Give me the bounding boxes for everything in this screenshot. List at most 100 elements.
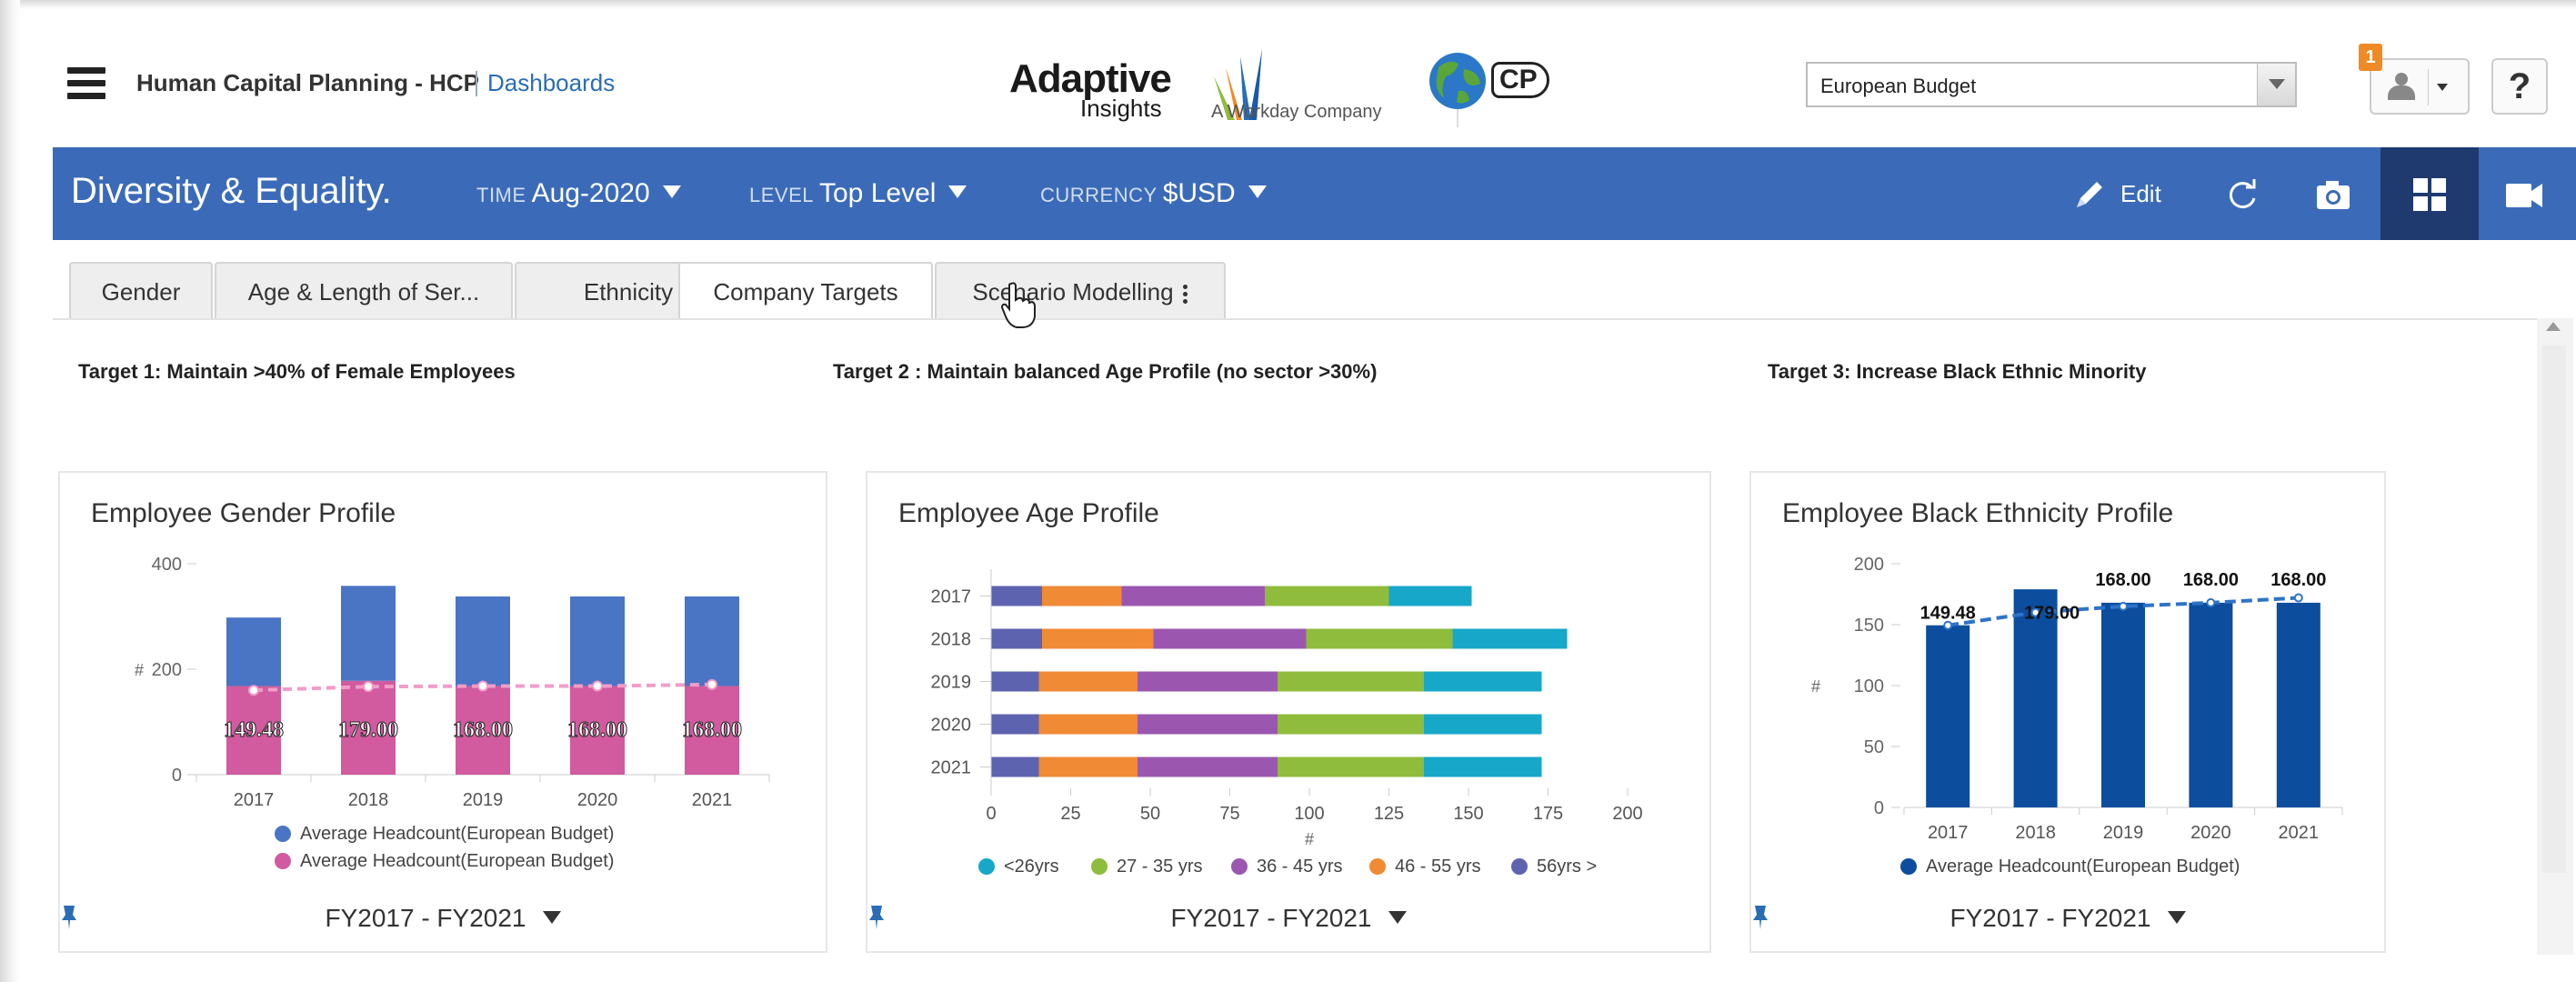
target-2: Target 2 : Maintain balanced Age Profile… [833,360,1378,383]
bar-segment [1038,671,1138,692]
level-filter[interactable]: LEVEL Top Level [749,178,967,209]
scroll-up-icon[interactable] [2546,322,2561,331]
globe-icon [1429,53,1486,109]
bar-segment [1278,757,1424,777]
y-tick-label: 2021 [931,758,972,778]
hand-cursor-icon [1000,282,1036,328]
dashboard-tabs: Gender Age & Length of Ser... Ethnicity … [69,262,2524,320]
time-filter-value: Aug-2020 [531,178,650,208]
top-header: Human Capital Planning - HCP Dashboards … [53,36,2576,145]
data-label: 168.00 [682,718,742,742]
bar-segment [1452,628,1568,649]
y-tick-label: 0 [1874,798,1884,818]
y-tick-label: 150 [1854,616,1884,636]
legend-item[interactable]: Average Headcount(European Budget) [275,851,614,872]
bar-segment [1306,628,1453,649]
trend-point [2119,601,2128,611]
tab-gender[interactable]: Gender [69,262,213,320]
edit-button[interactable]: Edit [2071,147,2199,240]
pencil-icon [2077,182,2102,207]
x-axis-label: # [1305,830,1314,848]
bar-segment [1138,757,1278,777]
trend-point [707,678,717,690]
bar-segment [991,714,1039,735]
title-separator [476,71,477,96]
currency-filter[interactable]: CURRENCY $USD [1040,178,1267,209]
period-selector[interactable]: FY2017 - FY2021 [1751,904,2384,933]
tab-company-targets[interactable]: Company Targets [678,262,933,320]
layout-grid-button[interactable] [2381,147,2479,240]
refresh-button[interactable] [2215,147,2270,240]
y-tick-label: 50 [1864,737,1884,757]
level-filter-value: Top Level [819,178,937,208]
y-tick-label: 200 [152,660,182,680]
bar [226,617,281,686]
app-window: Human Capital Planning - HCP Dashboards … [0,0,2576,982]
data-label: 168.00 [567,718,627,742]
adaptive-insights-logo: Adaptive Insights A Workday Company [1009,49,1458,131]
hamburger-menu-icon[interactable] [67,67,105,100]
y-axis-label: # [1811,677,1820,696]
legend-item[interactable]: Average Headcount(European Budget) [1900,857,2240,877]
snapshot-button[interactable] [2306,147,2360,240]
period-selector[interactable]: FY2017 - FY2021 [60,904,826,933]
budget-select[interactable]: European Budget [1806,62,2297,107]
user-menu-button[interactable] [2370,58,2470,115]
legend-item[interactable]: 56yrs > [1511,857,1597,877]
present-button[interactable] [2486,147,2559,240]
legend-label: <26yrs [1004,857,1059,877]
caret-down-icon [2167,911,2186,924]
notification-badge[interactable]: 1 [2359,44,2382,71]
period-selector[interactable]: FY2017 - FY2021 [867,904,1709,933]
bar-segment [1138,671,1278,692]
period-label: FY2017 - FY2021 [1170,904,1372,932]
x-tick-label: 2018 [2015,823,2056,843]
bar-segment [1153,628,1307,649]
dashboards-link[interactable]: Dashboards [487,69,615,97]
x-tick-label: 2020 [2190,823,2231,843]
legend-label: 56yrs > [1537,857,1598,877]
x-tick-label: 125 [1374,804,1404,824]
bar-segment [1138,714,1278,735]
pin-icon [62,906,76,929]
x-tick-label: 25 [1060,804,1080,824]
pin-icon [1753,906,1768,929]
more-vertical-icon[interactable] [1182,282,1188,306]
app-title: Human Capital Planning - HCP [136,69,480,96]
bar-segment [1424,714,1542,735]
refresh-icon [2229,179,2256,209]
tab-age-length-of-service[interactable]: Age & Length of Ser... [215,262,513,320]
legend-item[interactable]: 36 - 45 yrs [1231,857,1342,877]
target-3: Target 3: Increase Black Ethnic Minority [1768,360,2147,383]
window-edge [0,0,2576,9]
scroll-thumb[interactable] [2542,346,2566,873]
trend-point [2206,597,2216,607]
chevron-down-icon[interactable] [2257,64,2295,105]
legend-label: 46 - 55 yrs [1395,857,1481,877]
logo-company: A Workday Company [1211,102,1382,122]
dashboard-toolbar: Diversity & Equality. TIME Aug-2020 LEVEL… [53,147,2576,240]
caret-down-icon [1248,185,1267,198]
age-profile-card: Employee Age Profile 2017 2018 2019 2020 202… [866,471,1711,953]
bar-segment [1042,586,1122,606]
time-filter[interactable]: TIME Aug-2020 [476,178,681,209]
help-button[interactable]: ? [2491,58,2548,115]
tab-scenario-modelling[interactable]: Scenario Modelling [935,262,1226,320]
data-label: 149.48 [1920,603,1976,623]
legend-item[interactable]: 27 - 35 yrs [1091,857,1202,877]
vertical-scrollbar[interactable] [2537,318,2573,955]
legend-label: 36 - 45 yrs [1257,857,1343,877]
trend-point [248,685,259,696]
x-tick-label: 200 [1612,804,1642,824]
legend-item[interactable]: 46 - 55 yrs [1369,857,1480,877]
bar-segment [991,628,1042,649]
bar-segment [1424,671,1542,692]
legend-item[interactable]: <26yrs [978,857,1059,877]
bar-segment [1038,714,1138,735]
gender-profile-chart: 400 200 0 #2017 149.48 2018 179.00 2019 168.00 20… [135,555,770,810]
y-axis-label: # [135,661,144,679]
caret-down-icon [2437,84,2448,91]
ethnicity-profile-chart: 200 150 100 50 0 #2017 2018 2019 2020 2021 149.48 1… [1811,555,2343,843]
legend-item[interactable]: Average Headcount(European Budget) [275,824,614,845]
x-tick-label: 2021 [692,790,733,810]
